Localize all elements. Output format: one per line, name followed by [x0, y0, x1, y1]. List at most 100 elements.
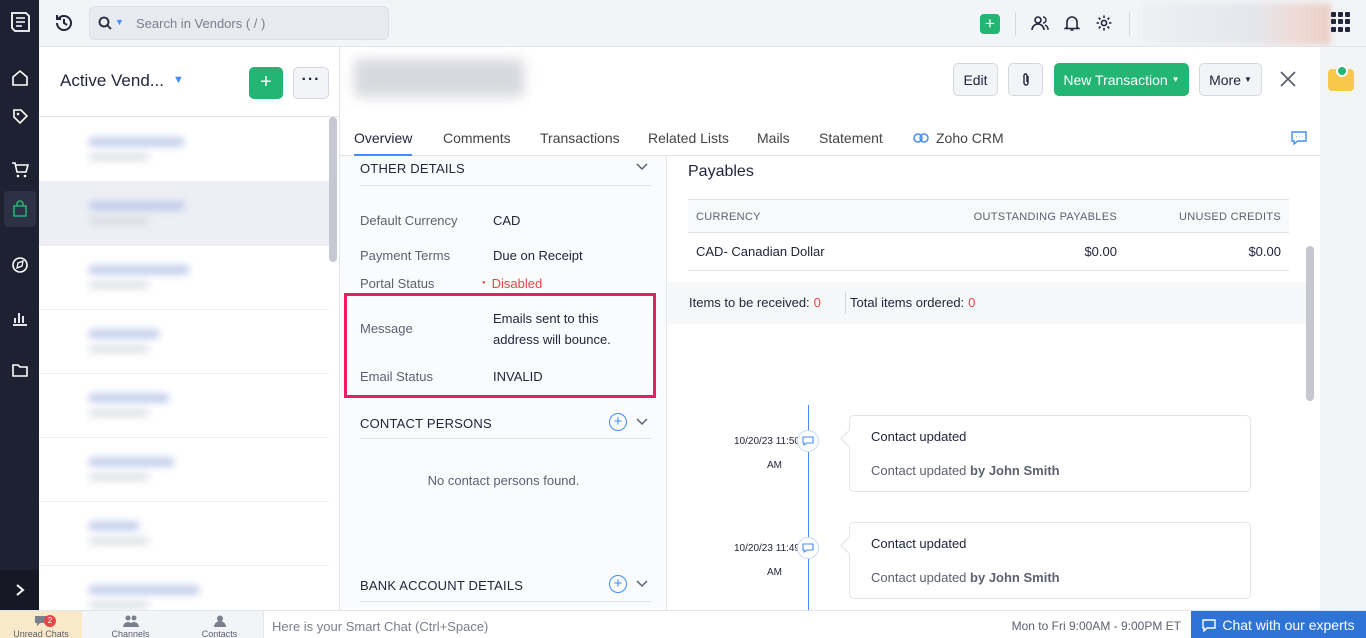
purchases-bag-icon[interactable] — [4, 191, 36, 227]
timeline-timestamp: 10/20/23 11:50 AM — [720, 430, 800, 478]
other-details-heading: OTHER DETAILS — [360, 161, 465, 176]
table-header: CURRENCY OUTSTANDING PAYABLES UNUSED CRE… — [688, 199, 1289, 233]
tab-statement[interactable]: Statement — [819, 130, 883, 156]
column-header-unused: UNUSED CREDITS — [1179, 211, 1281, 223]
add-contact-person-icon[interactable]: + — [609, 413, 627, 431]
items-tag-icon[interactable] — [8, 104, 32, 128]
add-vendor-button[interactable]: + — [249, 67, 283, 99]
timeline-entry-text: Contact updated — [871, 570, 967, 585]
channels-tab[interactable]: Channels — [84, 611, 177, 638]
timeline-entry-author: by John Smith — [970, 570, 1060, 585]
close-icon[interactable] — [1278, 69, 1298, 89]
search-icon[interactable] — [98, 16, 112, 33]
contacts-label: Contacts — [201, 629, 238, 638]
list-item[interactable] — [39, 118, 329, 182]
smart-chat-input[interactable]: Here is your Smart Chat (Ctrl+Space) Mon… — [263, 611, 1191, 638]
reports-chart-icon[interactable] — [8, 306, 32, 330]
contact-person-icon — [213, 615, 226, 629]
tab-zoho-crm[interactable]: Zoho CRM — [912, 130, 1004, 156]
divider — [845, 292, 846, 314]
list-item[interactable] — [39, 246, 329, 310]
documents-folder-icon[interactable] — [8, 358, 32, 382]
apps-grid-icon[interactable] — [1331, 12, 1351, 32]
timeline-timestamp: 10/20/23 11:49 AM — [720, 537, 800, 585]
add-bank-account-icon[interactable]: + — [609, 575, 627, 593]
channels-label: Channels — [111, 629, 150, 638]
list-item[interactable] — [39, 310, 329, 374]
tab-related-lists[interactable]: Related Lists — [648, 130, 729, 156]
chevron-down-icon[interactable] — [636, 578, 648, 590]
unread-chats-tab[interactable]: 2 Unread Chats — [0, 611, 82, 638]
tab-zoho-crm-label: Zoho CRM — [936, 130, 1004, 146]
search-bar: ▼ — [89, 6, 389, 40]
chevron-down-icon[interactable] — [636, 416, 648, 428]
payment-terms-label: Payment Terms — [360, 248, 451, 263]
chevron-down-icon[interactable] — [636, 161, 648, 173]
bottom-bar: 2 Unread Chats Channels Contacts Here is… — [0, 610, 1366, 638]
timeline-ampm: AM — [767, 460, 782, 471]
timeline-entry-card: Contact updated Contact updated by John … — [849, 522, 1251, 599]
no-contacts-message: No contact persons found. — [427, 473, 580, 488]
tab-mails[interactable]: Mails — [757, 130, 790, 156]
sales-cart-icon[interactable] — [8, 158, 32, 182]
default-currency-label: Default Currency — [360, 213, 458, 228]
chat-with-experts-button[interactable]: Chat with our experts — [1191, 611, 1366, 638]
search-input[interactable] — [136, 14, 376, 32]
column-header-currency: CURRENCY — [696, 211, 761, 223]
more-button[interactable]: More ▼ — [1199, 63, 1262, 96]
divider — [360, 185, 652, 186]
total-ordered-count: 0 — [968, 295, 976, 310]
list-item[interactable] — [39, 374, 329, 438]
timeline-entry-author: by John Smith — [970, 463, 1060, 478]
organization-profile-blurred[interactable] — [1141, 3, 1331, 45]
list-scrollbar[interactable] — [329, 117, 337, 262]
tab-comments[interactable]: Comments — [443, 130, 511, 156]
settings-gear-icon[interactable] — [1094, 13, 1114, 33]
list-item[interactable] — [39, 182, 329, 246]
recent-history-icon[interactable] — [53, 12, 75, 34]
list-item[interactable] — [39, 438, 329, 502]
users-icon[interactable] — [1030, 13, 1050, 33]
timeline-entry-card: Contact updated Contact updated by John … — [849, 415, 1251, 492]
list-header: Active Vend... ▼ + ··· — [39, 47, 339, 117]
tab-overview[interactable]: Overview — [354, 130, 413, 156]
crm-link-icon — [913, 133, 929, 143]
contacts-tab[interactable]: Contacts — [173, 611, 266, 638]
attachment-button[interactable] — [1008, 63, 1043, 96]
chevron-down-icon[interactable]: ▼ — [173, 74, 184, 86]
other-details-column: OTHER DETAILS Default Currency CAD Payme… — [340, 156, 667, 610]
list-item[interactable] — [39, 566, 329, 610]
bank-details-heading: BANK ACCOUNT DETAILS — [360, 578, 524, 593]
portal-status-value: Disabled — [482, 273, 543, 295]
detail-tabs: Overview Comments Transactions Related L… — [340, 127, 1320, 156]
expand-rail-button[interactable] — [0, 570, 39, 610]
notifications-bell-icon[interactable] — [1062, 13, 1082, 33]
comment-chat-icon[interactable] — [1290, 129, 1308, 150]
support-hours: Mon to Fri 9:00AM - 9:00PM ET — [1011, 619, 1181, 633]
right-side-widget-strip — [1320, 47, 1366, 610]
outstanding-cell: $0.00 — [1084, 244, 1117, 259]
edit-button[interactable]: Edit — [953, 63, 998, 96]
payables-heading: Payables — [688, 163, 754, 180]
time-tracking-icon[interactable] — [8, 253, 32, 277]
search-scope-dropdown-icon[interactable]: ▼ — [115, 17, 124, 27]
payment-terms-value: Due on Receipt — [493, 248, 583, 263]
timeline-entry-desc: Contact updated by John Smith — [871, 570, 1060, 585]
items-to-receive: Items to be received: 0 — [689, 295, 821, 310]
paperclip-icon — [1022, 72, 1029, 86]
quick-create-button[interactable]: + — [980, 14, 1000, 34]
home-icon[interactable] — [8, 66, 32, 90]
chevron-right-icon — [15, 584, 25, 596]
default-currency-value: CAD — [493, 213, 521, 228]
column-header-outstanding: OUTSTANDING PAYABLES — [973, 211, 1117, 223]
app-logo-icon[interactable] — [6, 8, 34, 36]
list-item[interactable] — [39, 502, 329, 566]
tab-transactions[interactable]: Transactions — [540, 130, 620, 156]
more-options-button[interactable]: ··· — [293, 67, 329, 99]
new-transaction-button[interactable]: New Transaction ▼ — [1054, 63, 1189, 96]
list-view-title[interactable]: Active Vend... — [60, 71, 164, 91]
payables-scrollbar[interactable] — [1306, 246, 1314, 401]
payables-column: Payables CURRENCY OUTSTANDING PAYABLES U… — [668, 156, 1320, 610]
widget-status-dot — [1336, 65, 1348, 77]
total-items-ordered: Total items ordered: 0 — [850, 295, 975, 310]
